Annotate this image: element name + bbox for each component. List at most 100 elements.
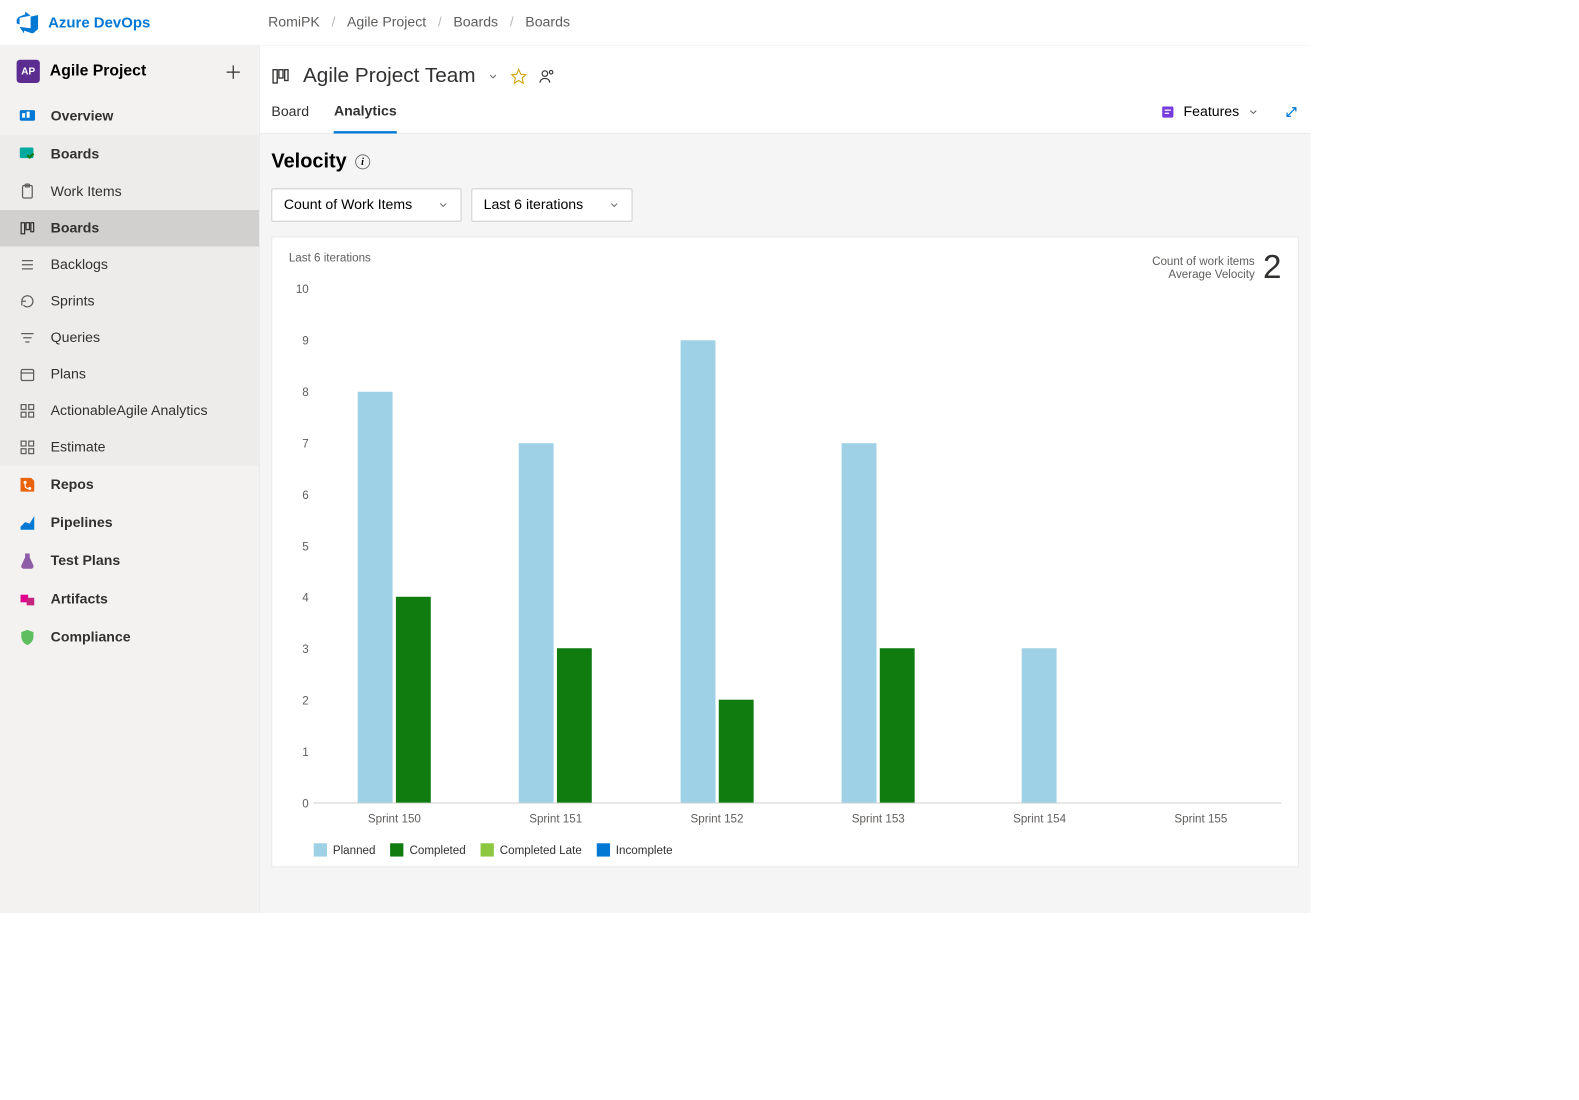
tab-board[interactable]: Board (271, 104, 309, 132)
sidebar-item-repos[interactable]: Repos (0, 466, 259, 504)
iterations-dropdown[interactable]: Last 6 iterations (471, 188, 632, 221)
artifacts-icon (17, 590, 39, 608)
product-name: Azure DevOps (48, 14, 150, 31)
sidebar-item-overview[interactable]: Overview (0, 97, 259, 135)
sidebar-item-label: Sprints (51, 293, 95, 310)
sidebar-item-backlogs[interactable]: Backlogs (0, 247, 259, 284)
bar-planned[interactable] (358, 392, 393, 803)
bar-group (636, 289, 797, 803)
x-tick: Sprint 154 (959, 812, 1120, 825)
legend-label: Planned (333, 843, 376, 856)
project-switcher[interactable]: AP Agile Project ＋ (0, 46, 259, 97)
y-tick: 6 (302, 488, 308, 501)
project-badge: AP (17, 60, 40, 83)
sidebar-item-label: Boards (51, 220, 100, 237)
sidebar-item-work-items[interactable]: Work Items (0, 173, 259, 210)
breadcrumb-sep: / (510, 14, 514, 31)
product-logo-area[interactable]: Azure DevOps (0, 12, 260, 34)
x-tick: Sprint 155 (1120, 812, 1281, 825)
y-tick: 2 (302, 694, 308, 707)
team-members-button[interactable] (539, 68, 556, 85)
chevron-down-icon[interactable] (487, 70, 499, 82)
breadcrumb-item[interactable]: Agile Project (347, 14, 426, 31)
overview-icon (17, 107, 39, 125)
x-tick: Sprint 150 (314, 812, 475, 825)
legend-completed-late: Completed Late (481, 843, 582, 856)
azure-devops-icon (17, 12, 39, 34)
color-swatch (314, 843, 327, 856)
sidebar-item-sprints[interactable]: Sprints (0, 283, 259, 320)
sidebar-item-label: Compliance (51, 629, 131, 646)
bar-group (1120, 289, 1281, 803)
sidebar-item-label: Boards (51, 146, 100, 163)
boards-icon (17, 145, 39, 163)
breadcrumb-item[interactable]: Boards (453, 14, 498, 31)
sidebar: AP Agile Project ＋ Overview Boards (0, 46, 260, 913)
bar-planned[interactable] (519, 443, 554, 803)
y-tick: 1 (302, 745, 308, 758)
x-tick: Sprint 153 (798, 812, 959, 825)
grid-icon (17, 403, 39, 420)
chart-legend: Planned Completed Completed Late Incompl… (314, 843, 1282, 856)
sidebar-item-actionable-agile[interactable]: ActionableAgile Analytics (0, 393, 259, 430)
y-tick: 8 (302, 385, 308, 398)
add-button[interactable]: ＋ (224, 58, 242, 85)
sidebar-item-estimate[interactable]: Estimate (0, 429, 259, 466)
legend-completed: Completed (390, 843, 465, 856)
breadcrumb-item[interactable]: RomiPK (268, 14, 320, 31)
y-tick: 10 (296, 282, 309, 295)
iterations-dropdown-label: Last 6 iterations (484, 197, 584, 214)
page-title: Velocity i (271, 150, 1299, 173)
y-tick: 9 (302, 334, 308, 347)
feature-icon (1160, 105, 1175, 120)
shield-icon (17, 628, 39, 646)
bar-completed[interactable] (719, 700, 754, 803)
team-name: Agile Project Team (303, 64, 476, 88)
bar-completed[interactable] (396, 597, 431, 803)
sidebar-item-plans[interactable]: Plans (0, 356, 259, 393)
test-plans-icon (17, 552, 39, 570)
bar-group (959, 289, 1120, 803)
chart-subtitle: Last 6 iterations (289, 251, 371, 264)
team-board-icon (270, 65, 292, 87)
breadcrumb-sep: / (438, 14, 442, 31)
sidebar-item-label: Test Plans (51, 553, 121, 570)
breadcrumb-item[interactable]: Boards (525, 14, 570, 31)
info-icon[interactable]: i (355, 154, 370, 169)
pipelines-icon (17, 514, 39, 532)
sidebar-item-label: Backlogs (51, 256, 108, 273)
favorite-button[interactable] (510, 68, 527, 85)
bar-planned[interactable] (680, 340, 715, 802)
color-swatch (597, 843, 610, 856)
fullscreen-button[interactable] (1284, 105, 1299, 132)
sidebar-item-label: Estimate (51, 439, 106, 456)
team-header: Agile Project Team (260, 46, 1311, 88)
y-tick: 0 (302, 797, 308, 810)
velocity-chart-card: Last 6 iterations Count of work items Av… (271, 237, 1299, 868)
sidebar-item-artifacts[interactable]: Artifacts (0, 580, 259, 618)
calendar-icon (17, 366, 39, 383)
bar-completed[interactable] (557, 648, 592, 802)
sidebar-item-label: ActionableAgile Analytics (51, 403, 208, 420)
sidebar-item-queries[interactable]: Queries (0, 320, 259, 357)
list-icon (17, 256, 39, 273)
chevron-down-icon (437, 199, 449, 211)
tab-analytics[interactable]: Analytics (334, 103, 397, 134)
sidebar-item-boards[interactable]: Boards (0, 135, 259, 173)
bar-planned[interactable] (1022, 648, 1057, 802)
features-dropdown[interactable]: Features (1160, 104, 1259, 132)
breadcrumb: RomiPK / Agile Project / Boards / Boards (260, 14, 570, 31)
sidebar-item-pipelines[interactable]: Pipelines (0, 504, 259, 542)
legend-label: Incomplete (616, 843, 673, 856)
sidebar-item-label: Overview (51, 108, 114, 125)
sidebar-item-boards-sub[interactable]: Boards (0, 210, 259, 247)
bar-completed[interactable] (880, 648, 915, 802)
bar-planned[interactable] (842, 443, 877, 803)
metric-dropdown[interactable]: Count of Work Items (271, 188, 461, 221)
y-tick: 4 (302, 591, 308, 604)
bar-group (475, 289, 636, 803)
chart-x-axis: Sprint 150Sprint 151Sprint 152Sprint 153… (314, 812, 1282, 825)
color-swatch (481, 843, 494, 856)
sidebar-item-test-plans[interactable]: Test Plans (0, 542, 259, 580)
sidebar-item-compliance[interactable]: Compliance (0, 618, 259, 656)
